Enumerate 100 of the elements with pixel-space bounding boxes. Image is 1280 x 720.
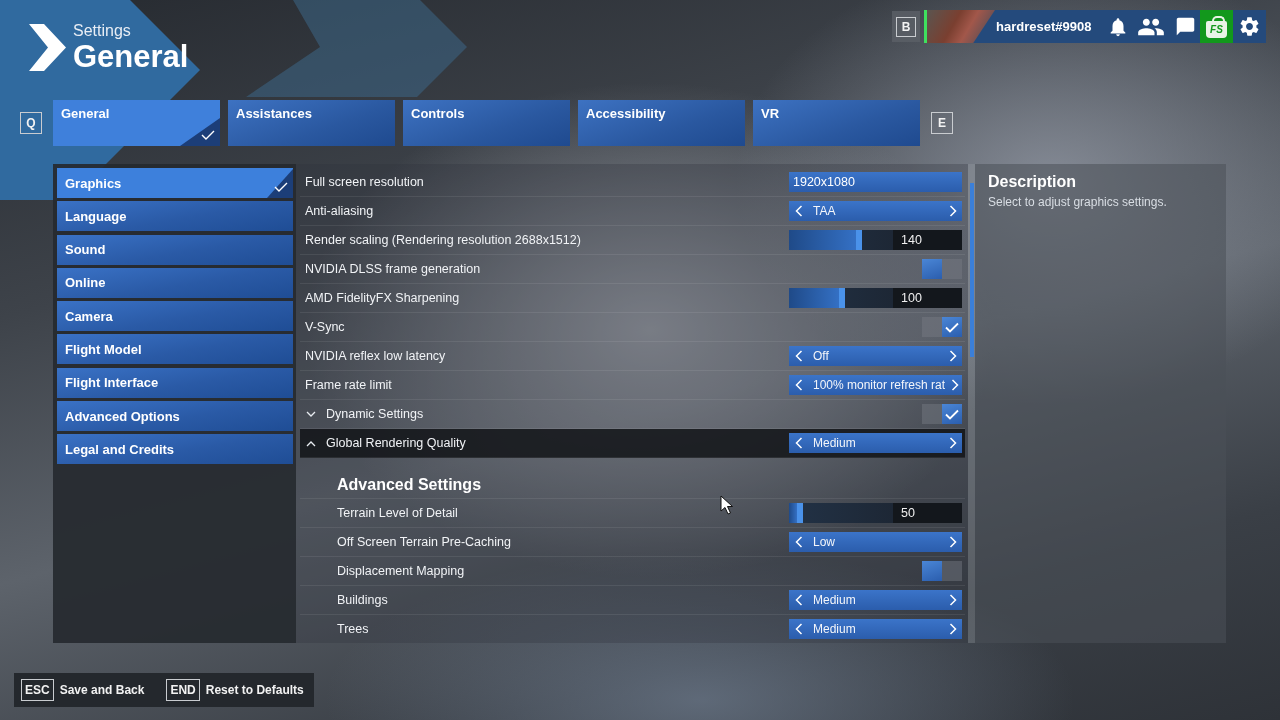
description-text: Select to adjust graphics settings. <box>988 195 1168 209</box>
footer-action-button[interactable]: Save and Back <box>59 683 145 697</box>
tab[interactable]: General <box>53 100 220 146</box>
sidebar-item[interactable]: Language <box>57 201 293 232</box>
setting-row[interactable]: Buildings Medium <box>300 586 965 615</box>
option-selector[interactable]: Medium <box>789 619 962 639</box>
setting-label: Anti-aliasing <box>305 204 375 218</box>
username[interactable]: hardreset#9908 <box>996 19 1104 34</box>
chevron-right-icon[interactable] <box>949 623 957 635</box>
chevron-right-icon[interactable] <box>949 536 957 548</box>
slider-value: 140 <box>893 230 962 250</box>
chevron-right-icon[interactable] <box>949 350 957 362</box>
description-title: Description <box>988 173 1077 191</box>
chevron-left-icon[interactable] <box>795 350 803 362</box>
chevron-right-icon[interactable] <box>949 437 957 449</box>
setting-label: NVIDIA DLSS frame generation <box>305 262 482 276</box>
scrollbar-thumb[interactable] <box>970 183 974 357</box>
setting-label: Dynamic Settings <box>326 407 425 421</box>
setting-label: Trees <box>337 622 370 636</box>
slider-fill[interactable] <box>789 503 803 523</box>
chevron-left-icon[interactable] <box>795 437 803 449</box>
toggle-switch[interactable] <box>922 561 962 581</box>
chevron-logo-icon <box>29 24 66 71</box>
key-hint: E <box>931 112 953 134</box>
option-selector[interactable]: Medium <box>789 433 962 453</box>
slider-value: 50 <box>893 503 962 523</box>
page-subtitle: Settings <box>73 22 132 40</box>
tab[interactable]: Accessibility <box>578 100 745 146</box>
chevron-up-icon[interactable] <box>306 439 316 447</box>
chevron-down-icon[interactable] <box>306 410 316 418</box>
scrollbar-track[interactable] <box>968 164 975 643</box>
setting-label: Full screen resolution <box>305 175 425 189</box>
setting-row[interactable]: Terrain Level of Detail 50 <box>300 499 965 528</box>
option-selector[interactable]: 100% monitor refresh rat <box>789 375 962 395</box>
option-selector[interactable]: Medium <box>789 590 962 610</box>
chat-bubble-icon <box>1174 16 1196 37</box>
setting-label: AMD FidelityFX Sharpening <box>305 291 461 305</box>
sidebar-item[interactable]: Sound <box>57 234 293 265</box>
slider-fill[interactable] <box>789 230 862 250</box>
chevron-left-icon[interactable] <box>795 379 803 391</box>
slider-value: 100 <box>893 288 962 308</box>
page-title: General <box>73 40 189 73</box>
checkmark-icon <box>267 169 293 198</box>
checkmark-icon <box>180 118 220 146</box>
toggle-switch[interactable] <box>922 404 962 424</box>
setting-row[interactable]: Trees Medium <box>300 615 965 643</box>
sidebar-item[interactable]: Online <box>57 267 293 298</box>
option-selector[interactable]: Off <box>789 346 962 366</box>
setting-row[interactable]: Off Screen Terrain Pre-Caching Low <box>300 528 965 557</box>
chevron-left-icon[interactable] <box>795 536 803 548</box>
option-selector[interactable]: TAA <box>789 201 962 221</box>
toggle-switch[interactable] <box>922 317 962 337</box>
value-dropdown[interactable]: 1920x1080 <box>789 172 962 192</box>
key-hint: ESC <box>21 679 54 701</box>
checkmark-icon <box>945 321 959 333</box>
toggle-switch[interactable] <box>922 259 962 279</box>
setting-row[interactable]: NVIDIA reflex low latency Off <box>300 342 965 371</box>
setting-row[interactable]: Render scaling (Rendering resolution 2688x1512) 140 <box>300 226 965 255</box>
chevron-right-icon[interactable] <box>949 594 957 606</box>
key-hint: B <box>896 16 916 37</box>
sidebar-item[interactable]: Flight Model <box>57 334 293 365</box>
sidebar-item[interactable]: Graphics <box>57 168 293 198</box>
setting-label: Displacement Mapping <box>337 564 466 578</box>
checkmark-icon <box>945 408 959 420</box>
sidebar-item[interactable]: Camera <box>57 301 293 332</box>
setting-row[interactable]: Global Rendering Quality Medium <box>300 429 965 458</box>
setting-label: NVIDIA reflex low latency <box>305 349 447 363</box>
tab[interactable]: Controls <box>403 100 570 146</box>
setting-label: Frame rate limit <box>305 378 393 392</box>
sidebar-item[interactable]: Legal and Credits <box>57 434 293 465</box>
setting-label: V-Sync <box>305 320 346 334</box>
footer-action-button[interactable]: Reset to Defaults <box>205 683 304 697</box>
chevron-right-icon[interactable] <box>949 205 957 217</box>
tab[interactable]: Assistances <box>228 100 395 146</box>
key-hint: END <box>166 679 200 701</box>
setting-row[interactable]: Anti-aliasing TAA <box>300 197 965 226</box>
chevron-left-icon[interactable] <box>795 594 803 606</box>
sidebar-item[interactable]: Flight Interface <box>57 367 293 398</box>
setting-row[interactable]: Frame rate limit 100% monitor refresh rat <box>300 371 965 400</box>
setting-row[interactable]: NVIDIA DLSS frame generation <box>300 255 965 284</box>
setting-row[interactable]: Full screen resolution 1920x1080 <box>300 168 965 197</box>
setting-row[interactable]: Displacement Mapping <box>300 557 965 586</box>
store-button[interactable]: FS <box>1200 10 1233 43</box>
section-heading: Advanced Settings <box>337 475 482 494</box>
slider-fill[interactable] <box>789 288 846 308</box>
key-hint: Q <box>20 112 42 134</box>
chevron-left-icon[interactable] <box>795 623 803 635</box>
setting-label: Render scaling (Rendering resolution 2688x1512) <box>305 233 582 247</box>
chevron-right-icon[interactable] <box>951 379 960 391</box>
tab[interactable]: VR <box>753 100 920 146</box>
sidebar-item[interactable]: Advanced Options <box>57 401 293 432</box>
chevron-left-icon[interactable] <box>795 205 803 217</box>
settings-icon <box>1238 15 1261 38</box>
setting-row[interactable]: V-Sync <box>300 313 965 342</box>
setting-row[interactable]: AMD FidelityFX Sharpening 100 <box>300 284 965 313</box>
setting-label: Global Rendering Quality <box>326 436 467 450</box>
option-selector[interactable]: Low <box>789 532 962 552</box>
setting-label: Terrain Level of Detail <box>337 506 459 520</box>
setting-label: Buildings <box>337 593 389 607</box>
setting-label: Off Screen Terrain Pre-Caching <box>337 535 512 549</box>
